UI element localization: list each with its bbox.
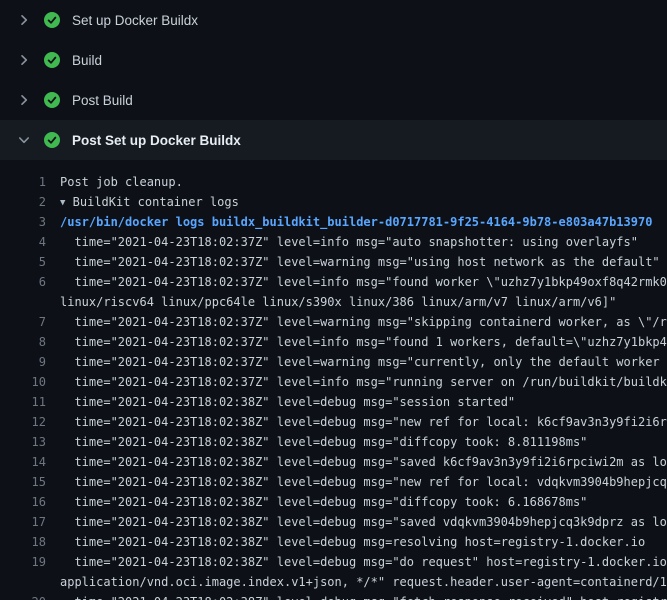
log-line-text: time="2021-04-23T18:02:37Z" level=info m… — [60, 372, 667, 392]
log-line-number[interactable]: 7 — [0, 312, 60, 332]
log-line-text: time="2021-04-23T18:02:37Z" level=info m… — [60, 332, 667, 352]
step-label: Post Build — [72, 93, 133, 108]
step-row[interactable]: Post Build — [0, 80, 667, 120]
log-line-number[interactable]: 2 — [0, 192, 60, 212]
log-line: linux/riscv64 linux/ppc64le linux/s390x … — [0, 292, 667, 312]
log-line: 9 time="2021-04-23T18:02:37Z" level=warn… — [0, 352, 667, 372]
log-line-number[interactable]: 8 — [0, 332, 60, 352]
log-line-text: ▼ BuildKit container logs — [60, 192, 239, 212]
log-line-text: time="2021-04-23T18:02:38Z" level=debug … — [60, 392, 515, 412]
log-line: 20 time="2021-04-23T18:02:38Z" level=deb… — [0, 592, 667, 600]
step-label: Build — [72, 53, 102, 68]
log-line: application/vnd.oci.image.index.v1+json,… — [0, 572, 667, 592]
chevron-right-icon[interactable] — [16, 92, 32, 108]
log-line: 1 Post job cleanup. — [0, 172, 667, 192]
log-line: 5 time="2021-04-23T18:02:37Z" level=warn… — [0, 252, 667, 272]
log-line-number[interactable]: 4 — [0, 232, 60, 252]
check-circle-icon — [44, 52, 60, 68]
log-line: 17 time="2021-04-23T18:02:38Z" level=deb… — [0, 512, 667, 532]
log-line-number[interactable]: 14 — [0, 452, 60, 472]
log-line: 11 time="2021-04-23T18:02:38Z" level=deb… — [0, 392, 667, 412]
step-row[interactable]: Set up Docker Buildx — [0, 0, 667, 40]
log-line-number[interactable]: 16 — [0, 492, 60, 512]
log-line-text: time="2021-04-23T18:02:38Z" level=debug … — [60, 432, 587, 452]
log-line-text: time="2021-04-23T18:02:37Z" level=warnin… — [60, 312, 667, 332]
chevron-down-icon[interactable] — [16, 132, 32, 148]
log-line-number[interactable]: 15 — [0, 472, 60, 492]
step-label: Set up Docker Buildx — [72, 13, 198, 28]
log-line-text: time="2021-04-23T18:02:38Z" level=debug … — [60, 452, 667, 472]
log-pane: 1 Post job cleanup. 2 ▼ BuildKit contain… — [0, 160, 667, 600]
log-line-number[interactable]: 1 — [0, 172, 60, 192]
log-line-number[interactable] — [0, 292, 60, 312]
log-line: 7 time="2021-04-23T18:02:37Z" level=warn… — [0, 312, 667, 332]
log-line-number[interactable]: 9 — [0, 352, 60, 372]
log-line-text: time="2021-04-23T18:02:37Z" level=warnin… — [60, 252, 660, 272]
log-line-text: time="2021-04-23T18:02:37Z" level=info m… — [60, 232, 638, 252]
log-line: 15 time="2021-04-23T18:02:38Z" level=deb… — [0, 472, 667, 492]
log-line: 19 time="2021-04-23T18:02:38Z" level=deb… — [0, 552, 667, 572]
log-line-text: time="2021-04-23T18:02:38Z" level=debug … — [60, 472, 667, 492]
log-line: 4 time="2021-04-23T18:02:37Z" level=info… — [0, 232, 667, 252]
log-line: 18 time="2021-04-23T18:02:38Z" level=deb… — [0, 532, 667, 552]
log-line: 8 time="2021-04-23T18:02:37Z" level=info… — [0, 332, 667, 352]
log-line-number[interactable]: 11 — [0, 392, 60, 412]
chevron-right-icon[interactable] — [16, 52, 32, 68]
log-line-text: time="2021-04-23T18:02:38Z" level=debug … — [60, 492, 587, 512]
step-row[interactable]: Post Set up Docker Buildx — [0, 120, 667, 160]
log-line-number[interactable]: 10 — [0, 372, 60, 392]
log-line-number[interactable]: 5 — [0, 252, 60, 272]
step-list: Set up Docker Buildx Build P — [0, 0, 667, 160]
log-line: 3 /usr/bin/docker logs buildx_buildkit_b… — [0, 212, 667, 232]
log-line: 14 time="2021-04-23T18:02:38Z" level=deb… — [0, 452, 667, 472]
step-row[interactable]: Build — [0, 40, 667, 80]
log-line: 13 time="2021-04-23T18:02:38Z" level=deb… — [0, 432, 667, 452]
check-circle-icon — [44, 12, 60, 28]
log-line-number[interactable]: 17 — [0, 512, 60, 532]
log-line: 10 time="2021-04-23T18:02:37Z" level=inf… — [0, 372, 667, 392]
log-line: 2 ▼ BuildKit container logs — [0, 192, 667, 212]
log-line-number[interactable]: 19 — [0, 552, 60, 572]
log-line-text: time="2021-04-23T18:02:37Z" level=info m… — [60, 272, 667, 292]
log-line-text: time="2021-04-23T18:02:38Z" level=debug … — [60, 412, 667, 432]
log-line-text: application/vnd.oci.image.index.v1+json,… — [60, 572, 667, 592]
log-line: 12 time="2021-04-23T18:02:38Z" level=deb… — [0, 412, 667, 432]
log-line-text: time="2021-04-23T18:02:38Z" level=debug … — [60, 592, 667, 600]
log-line-text: Post job cleanup. — [60, 172, 183, 192]
check-circle-icon — [44, 92, 60, 108]
workflow-log-viewer: Set up Docker Buildx Build P — [0, 0, 667, 600]
log-line-text: time="2021-04-23T18:02:38Z" level=debug … — [60, 552, 667, 572]
log-line-number[interactable]: 6 — [0, 272, 60, 292]
log-line: 6 time="2021-04-23T18:02:37Z" level=info… — [0, 272, 667, 292]
log-line-number[interactable]: 12 — [0, 412, 60, 432]
log-line-text: /usr/bin/docker logs buildx_buildkit_bui… — [60, 212, 652, 232]
chevron-right-icon[interactable] — [16, 12, 32, 28]
group-toggle-icon[interactable]: ▼ — [60, 193, 65, 212]
log-line-number[interactable]: 13 — [0, 432, 60, 452]
check-circle-icon — [44, 132, 60, 148]
log-line-text: time="2021-04-23T18:02:37Z" level=warnin… — [60, 352, 667, 372]
log-line-number[interactable] — [0, 572, 60, 592]
log-line-number[interactable]: 3 — [0, 212, 60, 232]
log-line-number[interactable]: 20 — [0, 592, 60, 600]
log-line: 16 time="2021-04-23T18:02:38Z" level=deb… — [0, 492, 667, 512]
log-line-text: time="2021-04-23T18:02:38Z" level=debug … — [60, 512, 667, 532]
log-line-text: time="2021-04-23T18:02:38Z" level=debug … — [60, 532, 645, 552]
log-line-number[interactable]: 18 — [0, 532, 60, 552]
step-label: Post Set up Docker Buildx — [72, 133, 241, 148]
log-line-text: linux/riscv64 linux/ppc64le linux/s390x … — [60, 292, 616, 312]
